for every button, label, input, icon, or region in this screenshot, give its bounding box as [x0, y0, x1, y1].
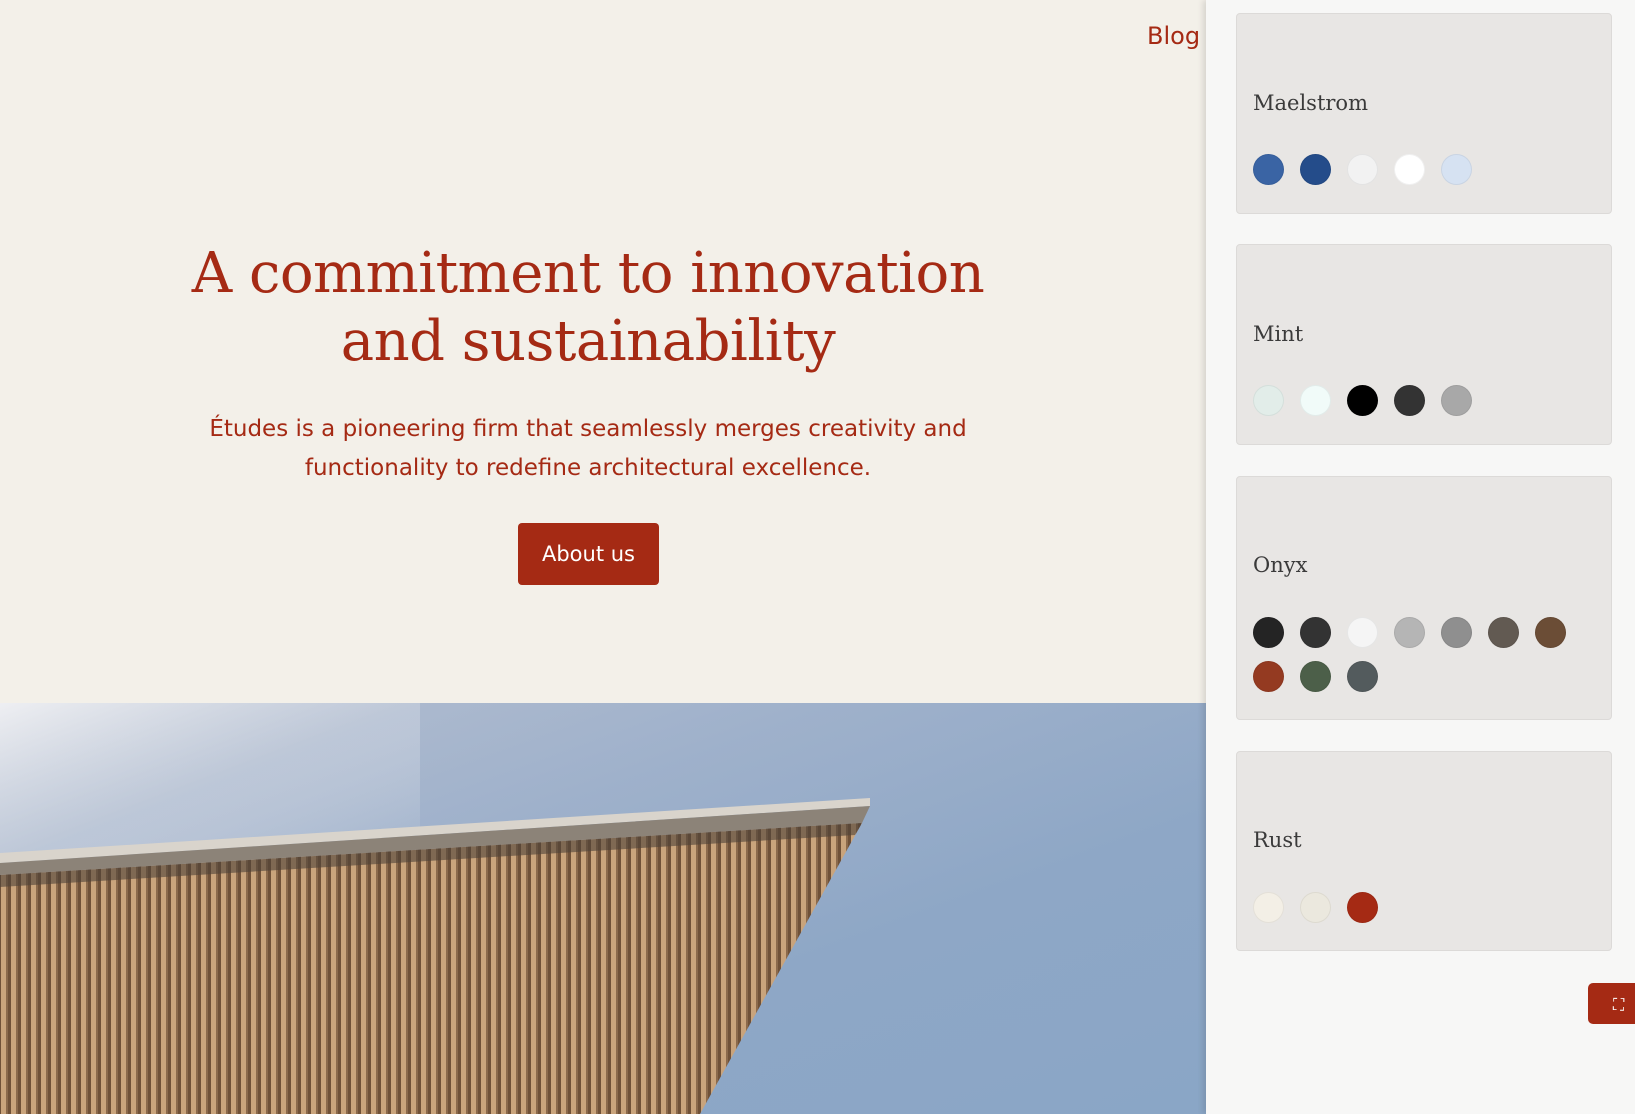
color-swatch — [1253, 617, 1284, 648]
color-swatch — [1535, 617, 1566, 648]
color-swatch — [1347, 661, 1378, 692]
style-variations-panel: Maelstrom Mint Onyx Rust — [1206, 0, 1635, 1114]
palette-name: Mint — [1253, 322, 1304, 346]
color-swatch — [1300, 892, 1331, 923]
page-preview: Blog A commitment to innovation and sust… — [0, 0, 1206, 1114]
hero-section: A commitment to innovation and sustainab… — [0, 240, 1176, 488]
palette-card-mint[interactable]: Mint — [1236, 244, 1612, 445]
palette-card-rust[interactable]: Rust — [1236, 751, 1612, 951]
hero-heading-line-2: and sustainability — [340, 309, 836, 374]
color-swatch — [1300, 661, 1331, 692]
color-swatch — [1394, 385, 1425, 416]
palette-card-maelstrom[interactable]: Maelstrom — [1236, 13, 1612, 214]
color-swatch — [1394, 617, 1425, 648]
palette-name: Onyx — [1253, 553, 1308, 577]
palette-swatches — [1253, 154, 1593, 185]
hero-description-line-2: functionality to redefine architectural … — [304, 455, 872, 481]
color-swatch — [1488, 617, 1519, 648]
palette-name: Maelstrom — [1253, 91, 1368, 115]
about-us-button[interactable]: About us — [518, 523, 659, 585]
color-swatch — [1253, 385, 1284, 416]
color-swatch — [1347, 617, 1378, 648]
palette-swatches — [1253, 892, 1593, 923]
color-swatch — [1441, 385, 1472, 416]
color-swatch — [1394, 154, 1425, 185]
palette-card-onyx[interactable]: Onyx — [1236, 476, 1612, 720]
hero-description-line-1: Études is a pioneering firm that seamles… — [209, 416, 967, 442]
building-roof-illustration — [0, 703, 870, 1114]
color-swatch — [1441, 617, 1472, 648]
color-swatch — [1300, 617, 1331, 648]
color-swatch — [1347, 385, 1378, 416]
color-swatch — [1347, 154, 1378, 185]
color-swatch — [1253, 661, 1284, 692]
nav-link-blog[interactable]: Blog — [1147, 22, 1200, 50]
color-swatch — [1300, 154, 1331, 185]
color-swatch — [1253, 892, 1284, 923]
palette-name: Rust — [1253, 828, 1302, 852]
palette-swatches — [1253, 385, 1593, 416]
hero-heading: A commitment to innovation and sustainab… — [0, 240, 1176, 376]
fullscreen-button[interactable]: ⛶ — [1588, 983, 1635, 1024]
hero-building-image — [0, 703, 1206, 1114]
hero-heading-line-1: A commitment to innovation — [191, 241, 985, 306]
color-swatch — [1300, 385, 1331, 416]
color-swatch — [1441, 154, 1472, 185]
palette-swatches — [1253, 617, 1593, 692]
color-swatch — [1347, 892, 1378, 923]
color-swatch — [1253, 154, 1284, 185]
hero-description: Études is a pioneering firm that seamles… — [0, 410, 1176, 488]
fullscreen-icon: ⛶ — [1613, 995, 1625, 1014]
